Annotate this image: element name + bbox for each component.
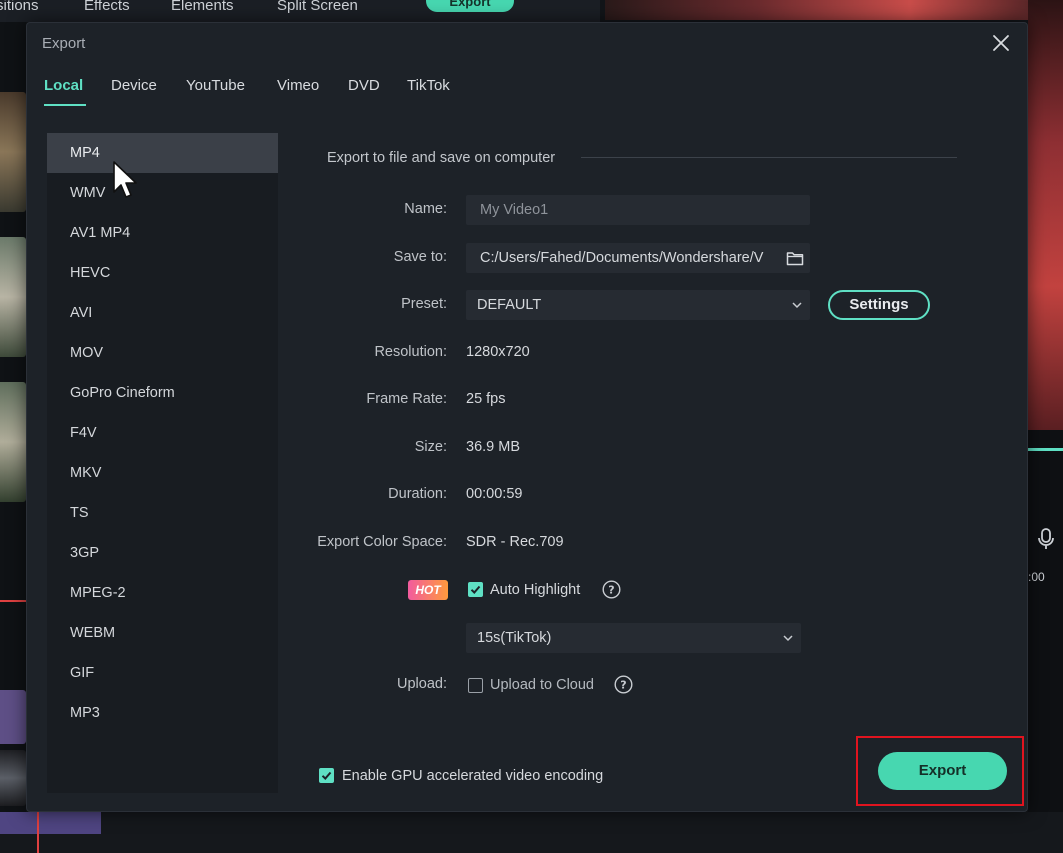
gpu-encoding-checkbox[interactable] [319, 768, 334, 783]
auto-highlight-checkbox[interactable] [468, 582, 483, 597]
export-dialog: Export Local Device YouTube Vimeo DVD Ti… [26, 22, 1028, 812]
upload-label: Upload: [397, 676, 447, 692]
editor-tab-split-screen[interactable]: Split Screen [277, 0, 358, 14]
svg-text:?: ? [608, 584, 614, 597]
editor-toolbar: sitions Effects Elements Split Screen Ex… [0, 0, 600, 22]
editor-tab-transitions[interactable]: sitions [0, 0, 39, 14]
media-thumbnail[interactable] [0, 237, 26, 357]
editor-right-panel: :00 [1028, 0, 1063, 853]
frame-rate-label: Frame Rate: [366, 391, 447, 407]
mouse-cursor-icon [113, 161, 137, 198]
size-label: Size: [414, 439, 447, 455]
name-label: Name: [404, 201, 447, 217]
editor-export-button[interactable]: Export [426, 0, 514, 12]
save-to-label: Save to: [393, 249, 447, 265]
format-item-ts[interactable]: TS [47, 493, 278, 533]
color-space-value: SDR - Rec.709 [466, 534, 564, 550]
format-item-webm[interactable]: WEBM [47, 613, 278, 653]
preset-label: Preset: [401, 296, 447, 312]
microphone-icon[interactable] [1036, 528, 1056, 550]
editor-preview-strip [605, 0, 1063, 20]
resolution-value: 1280x720 [466, 344, 530, 360]
media-thumbnail[interactable] [0, 92, 26, 212]
help-icon[interactable]: ? [602, 580, 621, 599]
checkmark-icon [470, 585, 481, 594]
format-item-av1-mp4[interactable]: AV1 MP4 [47, 213, 278, 253]
help-icon[interactable]: ? [614, 675, 633, 694]
dialog-title: Export [42, 35, 86, 52]
preset-value: DEFAULT [477, 297, 542, 313]
format-item-gif[interactable]: GIF [47, 653, 278, 693]
format-item-mp4[interactable]: MP4 [47, 133, 278, 173]
timeline-clip[interactable] [0, 750, 26, 806]
auto-highlight-label[interactable]: Auto Highlight [490, 582, 580, 598]
heading-divider [581, 157, 957, 158]
tab-dvd[interactable]: DVD [348, 77, 380, 94]
format-item-avi[interactable]: AVI [47, 293, 278, 333]
format-item-gopro-cineform[interactable]: GoPro Cineform [47, 373, 278, 413]
format-item-mp3[interactable]: MP3 [47, 693, 278, 733]
close-icon [993, 35, 1009, 51]
tab-vimeo[interactable]: Vimeo [277, 77, 319, 94]
panel-heading: Export to file and save on computer [327, 150, 556, 166]
duration-value: 00:00:59 [466, 486, 523, 502]
color-space-label: Export Color Space: [317, 534, 447, 550]
timeline-timestamp: :00 [1028, 570, 1045, 584]
settings-button[interactable]: Settings [828, 290, 930, 320]
hot-badge: HOT [408, 580, 448, 600]
editor-tab-effects[interactable]: Effects [84, 0, 130, 14]
highlight-annotation-box [856, 736, 1024, 806]
playhead-line[interactable] [37, 812, 39, 853]
upload-cloud-label[interactable]: Upload to Cloud [490, 677, 594, 693]
frame-rate-value: 25 fps [466, 391, 506, 407]
checkmark-icon [321, 771, 332, 780]
format-item-f4v[interactable]: F4V [47, 413, 278, 453]
close-button[interactable] [989, 31, 1013, 55]
format-item-mkv[interactable]: MKV [47, 453, 278, 493]
editor-timeline-bottom [0, 812, 1063, 853]
preview-progress [1028, 448, 1063, 451]
format-item-mov[interactable]: MOV [47, 333, 278, 373]
gpu-encoding-label[interactable]: Enable GPU accelerated video encoding [342, 768, 603, 784]
upload-cloud-checkbox[interactable] [468, 678, 483, 693]
preset-dropdown[interactable]: DEFAULT [466, 290, 810, 320]
tab-local[interactable]: Local [44, 77, 83, 94]
save-path-text: C:/Users/Fahed/Documents/Wondershare/V [480, 250, 764, 266]
folder-icon[interactable] [786, 249, 804, 267]
duration-label: Duration: [388, 486, 447, 502]
tab-device[interactable]: Device [111, 77, 157, 94]
timeline-clip[interactable] [0, 812, 101, 834]
chevron-down-icon [783, 635, 793, 642]
tab-youtube[interactable]: YouTube [186, 77, 245, 94]
highlight-duration-value: 15s(TikTok) [477, 630, 552, 646]
editor-tab-elements[interactable]: Elements [171, 0, 234, 14]
editor-media-strip [0, 22, 26, 853]
format-list: MP4 WMV AV1 MP4 HEVC AVI MOV GoPro Cinef… [47, 133, 278, 793]
chevron-down-icon [792, 302, 802, 309]
size-value: 36.9 MB [466, 439, 520, 455]
save-path-field[interactable]: C:/Users/Fahed/Documents/Wondershare/V [466, 243, 810, 273]
format-item-hevc[interactable]: HEVC [47, 253, 278, 293]
tab-tiktok[interactable]: TikTok [407, 77, 450, 94]
playhead-marker [0, 600, 26, 602]
name-input[interactable]: My Video1 [466, 195, 810, 225]
resolution-label: Resolution: [374, 344, 447, 360]
media-thumbnail[interactable] [0, 382, 26, 502]
preview-image [1028, 0, 1063, 430]
active-tab-indicator [44, 104, 86, 106]
format-item-mpeg-2[interactable]: MPEG-2 [47, 573, 278, 613]
format-item-wmv[interactable]: WMV [47, 173, 278, 213]
timeline-clip[interactable] [0, 690, 26, 744]
format-item-3gp[interactable]: 3GP [47, 533, 278, 573]
svg-text:?: ? [620, 679, 626, 692]
highlight-duration-dropdown[interactable]: 15s(TikTok) [466, 623, 801, 653]
